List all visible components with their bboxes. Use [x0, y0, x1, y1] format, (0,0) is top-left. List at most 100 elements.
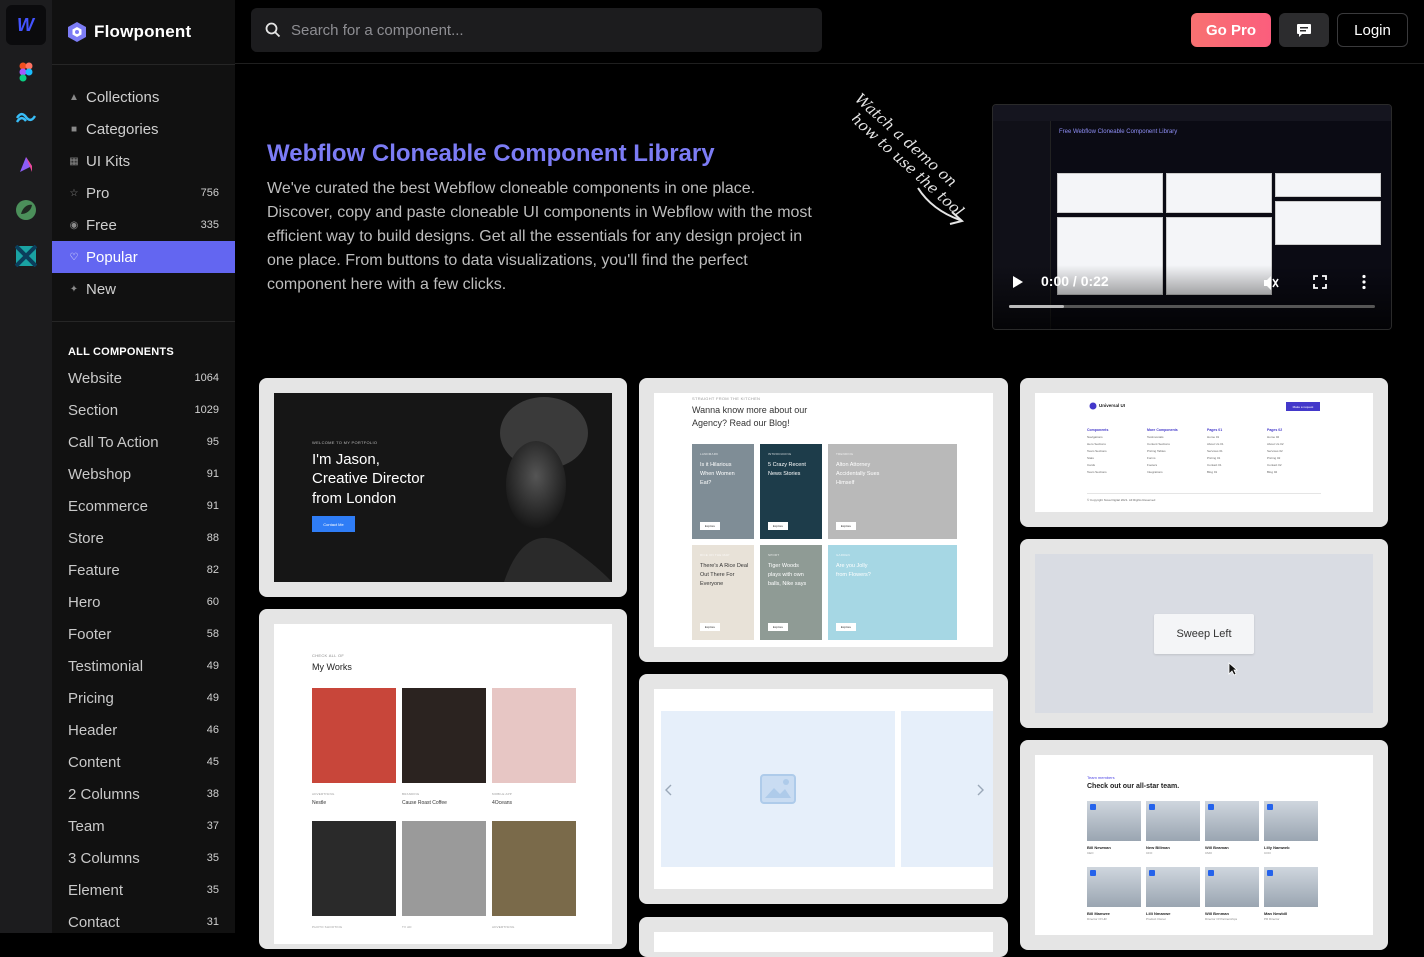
category-count: 49: [206, 660, 219, 672]
nav-item-free[interactable]: ◉ Free 335: [52, 209, 235, 241]
mute-icon[interactable]: [1263, 275, 1279, 291]
category-item[interactable]: Header 46: [52, 714, 235, 746]
component-card-team[interactable]: Team members Check out our all-star team…: [1020, 740, 1388, 950]
more-options-icon[interactable]: [1361, 274, 1367, 290]
blog-post-title: Out There For: [700, 572, 735, 578]
category-item[interactable]: Website 1064: [52, 362, 235, 394]
chat-button[interactable]: [1279, 13, 1329, 47]
footer-column-title: Pages 01: [1207, 428, 1223, 432]
team-member-role: Director Of HR: [1087, 917, 1107, 921]
blog-post-tag: TRENDING: [836, 452, 854, 456]
footer-link: Footers: [1147, 463, 1158, 467]
nav-item-pro[interactable]: ☆ Pro 756: [52, 177, 235, 209]
team-member-name: Will Benman: [1205, 911, 1229, 916]
blog-post-tag: LANDMARK: [700, 452, 719, 456]
figma-icon[interactable]: [6, 52, 46, 92]
category-label: Testimonial: [68, 657, 144, 675]
category-label: Call To Action: [68, 433, 159, 451]
category-item[interactable]: Call To Action 95: [52, 426, 235, 458]
footer-column-title: Pages 02: [1267, 428, 1283, 432]
category-item[interactable]: Feature 82: [52, 554, 235, 586]
component-card-sweep[interactable]: Sweep Left: [1020, 539, 1388, 728]
component-card-hero-jason[interactable]: WELCOME TO MY PORTFOLIO I'm Jason, Creat…: [259, 378, 627, 597]
category-label: 2 Columns: [68, 785, 140, 803]
video-frame-topbar: [993, 105, 1391, 121]
team-member-photo: [1205, 867, 1259, 907]
footer-link: Testimonials: [1147, 435, 1164, 439]
category-label: Feature: [68, 561, 120, 579]
nav-item-categories[interactable]: ■ Categories: [52, 113, 235, 145]
category-item[interactable]: Element 35: [52, 874, 235, 906]
category-count: 91: [206, 500, 219, 512]
nav-item-uikits[interactable]: ▦ UI Kits: [52, 145, 235, 177]
category-item[interactable]: Store 88: [52, 522, 235, 554]
footer-link: Contact 02: [1267, 463, 1282, 467]
component-card-footer[interactable]: Universal UI Make a request Components Na…: [1020, 378, 1388, 527]
go-pro-button[interactable]: Go Pro: [1191, 13, 1271, 47]
nav-item-popular[interactable]: ♡ Popular: [52, 241, 235, 273]
footer-link: Home 02: [1267, 435, 1280, 439]
category-label: Website: [68, 369, 122, 387]
nav-item-label: UI Kits: [86, 152, 131, 170]
page-title: Webflow Cloneable Component Library: [267, 140, 715, 167]
team-kicker: Team members: [1087, 775, 1115, 780]
category-item[interactable]: Ecommerce 91: [52, 490, 235, 522]
team-member-photo: [1264, 867, 1318, 907]
footer-link: Contact 01: [1207, 463, 1222, 467]
footer-link: Hero Sections: [1087, 442, 1106, 446]
category-item[interactable]: Webshop 91: [52, 458, 235, 490]
framer-icon[interactable]: [6, 144, 46, 184]
category-label: Contact: [68, 913, 120, 931]
team-member-role: PR Director: [1264, 917, 1280, 921]
team-member-name: Lilly Namweb: [1264, 845, 1290, 850]
team-member-name: New Billman: [1146, 845, 1170, 850]
tailwind-icon[interactable]: [6, 98, 46, 138]
component-card-partial[interactable]: [639, 917, 1008, 957]
login-button[interactable]: Login: [1337, 13, 1408, 47]
search-input[interactable]: Search for a component...: [251, 8, 822, 52]
works-kicker: CHECK ALL OF: [312, 653, 345, 658]
category-count: 82: [206, 564, 219, 576]
component-card-blog[interactable]: STRAIGHT FROM THE KITCHEN Wanna know mor…: [639, 378, 1008, 662]
footer-brand: Universal UI: [1099, 403, 1126, 408]
category-item[interactable]: Contact 31: [52, 906, 235, 933]
component-card-slider[interactable]: [639, 674, 1008, 904]
video-frame-card: [1166, 173, 1272, 213]
category-item[interactable]: Testimonial 49: [52, 650, 235, 682]
nav-item-new[interactable]: ✦ New: [52, 273, 235, 305]
demo-video-player[interactable]: Free Webflow Cloneable Component Library…: [992, 104, 1392, 330]
component-card-my-works[interactable]: CHECK ALL OF My Works ADVERTISING Nestle B…: [259, 609, 627, 949]
grid-app-icon[interactable]: [6, 236, 46, 276]
nav-item-collections[interactable]: ▲ Collections: [52, 81, 235, 113]
team-title: Check out our all-star team.: [1087, 783, 1180, 790]
fullscreen-icon[interactable]: [1313, 275, 1327, 289]
category-item[interactable]: Footer 58: [52, 618, 235, 650]
category-item[interactable]: Team 37: [52, 810, 235, 842]
category-item[interactable]: 3 Columns 35: [52, 842, 235, 874]
category-item[interactable]: Content 45: [52, 746, 235, 778]
category-item[interactable]: Section 1029: [52, 394, 235, 426]
footer-link: About Us 01: [1207, 442, 1224, 446]
divider: [52, 321, 235, 322]
blog-post-title: Tiger Woods: [768, 563, 799, 569]
universal-ui-logo-icon: [1089, 402, 1097, 410]
brand-name: Flowponent: [94, 22, 192, 41]
category-item[interactable]: 2 Columns 38: [52, 778, 235, 810]
category-item[interactable]: Pricing 49: [52, 682, 235, 714]
category-label: Hero: [68, 593, 101, 611]
category-count: 37: [206, 820, 219, 832]
work-image: [402, 821, 486, 916]
works-title: My Works: [312, 662, 352, 672]
team-member-role: Product Owner: [1146, 917, 1167, 921]
category-item[interactable]: Hero 60: [52, 586, 235, 618]
footer-link: Pricing 02: [1267, 456, 1281, 460]
blog-post-tag: SPORT: [768, 553, 780, 557]
leaf-app-icon[interactable]: [6, 190, 46, 230]
category-label: Pricing: [68, 689, 114, 707]
video-progress-track[interactable]: [1009, 305, 1375, 308]
brand-logo[interactable]: Flowponent: [66, 20, 191, 44]
sparkle-icon: ✦: [69, 283, 79, 295]
webflow-icon[interactable]: W: [6, 5, 46, 45]
play-icon[interactable]: [1011, 275, 1025, 289]
blog-kicker: STRAIGHT FROM THE KITCHEN: [692, 396, 761, 401]
